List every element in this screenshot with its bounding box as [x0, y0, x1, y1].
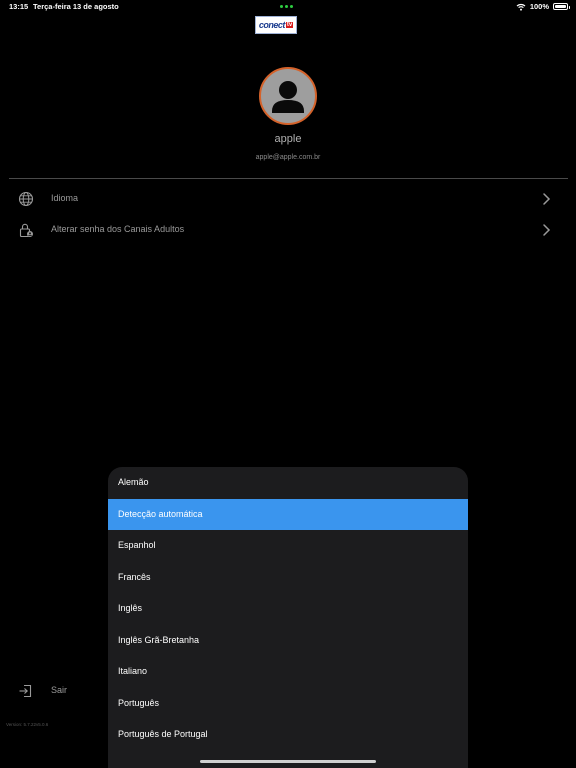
language-option-selected[interactable]: Detecção automática — [108, 498, 468, 530]
language-option[interactable]: Espanhol — [108, 530, 468, 562]
logout-button[interactable]: Sair — [0, 680, 120, 700]
home-indicator[interactable] — [200, 760, 376, 763]
multitasking-dots-icon[interactable] — [280, 5, 293, 8]
language-option[interactable]: Português de Portugal — [108, 719, 468, 751]
menu-item-label: Idioma — [51, 193, 79, 203]
menu-item-language[interactable]: Idioma — [0, 184, 576, 214]
wifi-icon — [516, 3, 526, 11]
logout-label: Sair — [51, 685, 68, 695]
version-text: Version: 5.7.22v5.0.6 — [6, 722, 49, 727]
language-option[interactable]: Francês — [108, 562, 468, 594]
battery-icon — [553, 3, 570, 10]
chevron-right-icon — [543, 193, 551, 205]
menu-item-adult-password[interactable]: Alterar senha dos Canais Adultos — [0, 215, 576, 245]
divider — [9, 178, 568, 179]
app-logo: conect tv — [255, 16, 297, 34]
lock-icon — [19, 223, 33, 238]
language-option[interactable]: Português — [108, 688, 468, 720]
status-time: 13:15 — [9, 2, 29, 11]
menu-item-label: Alterar senha dos Canais Adultos — [51, 224, 185, 234]
logout-icon — [19, 684, 32, 698]
status-bar: 13:15 Terça-feira 13 de agosto 100% — [0, 0, 576, 14]
status-date: Terça-feira 13 de agosto — [33, 2, 119, 11]
avatar[interactable] — [259, 67, 317, 125]
battery-percent: 100% — [529, 2, 549, 11]
language-option[interactable]: Alemão — [108, 467, 468, 499]
language-picker-sheet: Alemão Detecção automática Espanhol Fran… — [108, 467, 468, 768]
status-indicators: 100% — [516, 2, 570, 11]
language-option[interactable]: Italiano — [108, 656, 468, 688]
chevron-right-icon — [543, 224, 551, 236]
globe-icon — [18, 191, 34, 207]
profile-name: apple — [274, 133, 302, 145]
profile-email: apple@apple.com.br — [255, 154, 321, 161]
logo-text: conect — [258, 20, 286, 30]
person-icon — [272, 81, 304, 113]
language-option[interactable]: Inglês — [108, 593, 468, 625]
logo-badge: tv — [285, 22, 294, 28]
language-option[interactable]: Inglês Grã-Bretanha — [108, 625, 468, 657]
